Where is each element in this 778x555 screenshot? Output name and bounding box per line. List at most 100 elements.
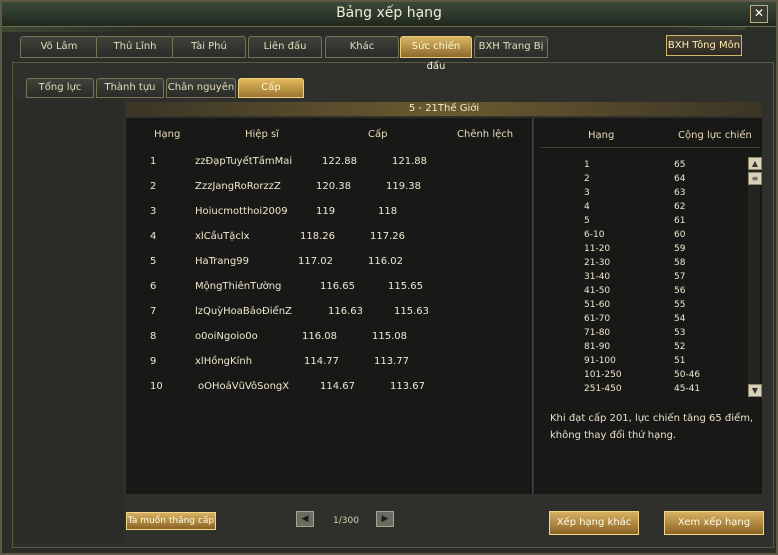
table-row[interactable]: 9 xlHồngKính 114.77 113.77 — [126, 356, 532, 370]
reward-rank: 2 — [584, 174, 590, 184]
tab-vo-lam[interactable]: Võ Lâm — [20, 36, 98, 58]
value-cell: 114.77 — [304, 356, 339, 367]
subtab-thanh-tuu[interactable]: Thành tựu — [96, 78, 164, 98]
reward-power: 55 — [674, 300, 686, 310]
reward-power: 57 — [674, 272, 686, 282]
reward-row: 41-50 56 — [582, 286, 722, 298]
reward-power: 53 — [674, 328, 686, 338]
tab-bxh-trang-bi[interactable]: BXH Trang Bị — [474, 36, 548, 58]
window-title: Bảng xếp hạng — [336, 5, 442, 21]
value-cell: 113.67 — [390, 381, 425, 392]
table-row[interactable]: 1 zzĐạpTuyếtTầmMai 122.88 121.88 — [126, 156, 532, 170]
reward-rank: 251-450 — [584, 384, 622, 394]
reward-rank: 31-40 — [584, 272, 611, 282]
guild-ranking-button[interactable]: BXH Tông Môn — [666, 35, 742, 56]
tab-thu-linh[interactable]: Thủ Lĩnh — [96, 36, 174, 58]
name-cell: lzQuỳHoaBảoĐiểnZ — [195, 306, 292, 317]
value-cell: 119.38 — [386, 181, 421, 192]
value-cell: 117.26 — [370, 231, 405, 242]
scroll-up-icon[interactable]: ▲ — [748, 157, 762, 170]
page-indicator: 1/300 — [333, 516, 359, 526]
name-cell: oOHoảVũVôSongX — [198, 381, 290, 392]
reward-row: 6-10 60 — [582, 230, 722, 242]
value-cell: 115.65 — [388, 281, 423, 292]
header-level: Cấp — [368, 129, 388, 140]
reward-row: 4 62 — [582, 202, 722, 214]
reward-row: 81-90 52 — [582, 342, 722, 354]
rank-cell: 5 — [150, 256, 157, 267]
value-cell: 117.02 — [298, 256, 333, 267]
reward-power: 60 — [674, 230, 686, 240]
value-cell: 118 — [378, 206, 398, 217]
other-ranking-button[interactable]: Xếp hạng khác — [549, 511, 639, 535]
value-cell: 121.88 — [392, 156, 427, 167]
reward-row: 3 63 — [582, 188, 722, 200]
tab-suc-chien-dau[interactable]: Sức chiến đấu — [400, 36, 472, 72]
reward-power: 59 — [674, 244, 686, 254]
reward-power: 50-46 — [674, 370, 701, 380]
reward-rank: 4 — [584, 202, 590, 212]
table-row[interactable]: 8 o0oiNgoio0o 116.08 115.08 — [126, 331, 532, 345]
table-row[interactable]: 3 Hoiucmotthoi2009 119 118 — [126, 206, 532, 220]
level-up-button[interactable]: Ta muốn thăng cấp — [126, 512, 216, 530]
rank-cell: 7 — [150, 306, 157, 317]
rank-cell: 3 — [150, 206, 157, 217]
header-rank: Hạng — [154, 129, 181, 140]
tab-khac[interactable]: Khác — [325, 36, 399, 58]
value-cell: 116.02 — [368, 256, 403, 267]
reward-row: 1 65 — [582, 160, 722, 172]
reward-row: 5 61 — [582, 216, 722, 228]
value-cell: 119 — [316, 206, 336, 217]
reward-rank: 21-30 — [584, 258, 611, 268]
title-bar: Bảng xếp hạng ✕ — [2, 2, 776, 27]
value-cell: 115.08 — [372, 331, 407, 342]
value-cell: 116.63 — [328, 306, 363, 317]
scroll-down-icon[interactable]: ▼ — [748, 384, 762, 397]
reward-power: 65 — [674, 160, 686, 170]
value-cell: 120.38 — [316, 181, 351, 192]
name-cell: HaTrang99 — [195, 256, 249, 267]
tab-lien-dau[interactable]: Liên đấu — [248, 36, 322, 58]
tab-tai-phu[interactable]: Tài Phú — [172, 36, 246, 58]
table-row[interactable]: 2 ZzzJangRoRorzzZ 120.38 119.38 — [126, 181, 532, 195]
reward-rank: 3 — [584, 188, 590, 198]
table-row[interactable]: 6 MộngThiênTường 116.65 115.65 — [126, 281, 532, 295]
reward-row: 21-30 58 — [582, 258, 722, 270]
reward-power: 63 — [674, 188, 686, 198]
rank-cell: 6 — [150, 281, 157, 292]
value-cell: 116.08 — [302, 331, 337, 342]
reward-rank: 11-20 — [584, 244, 611, 254]
ranking-window: Bảng xếp hạng ✕ Võ Lâm Thủ Lĩnh Tài Phú … — [0, 0, 778, 555]
reward-rank: 5 — [584, 216, 590, 226]
reward-row: 11-20 59 — [582, 244, 722, 256]
subtab-tong-luc[interactable]: Tổng lực — [26, 78, 94, 98]
group-header: 5 - 21Thế Giới — [126, 102, 762, 116]
name-cell: Hoiucmotthoi2009 — [195, 206, 288, 217]
reward-scrollbar[interactable] — [748, 157, 760, 397]
rank-cell: 10 — [150, 381, 163, 392]
subtab-cap[interactable]: Cấp — [238, 78, 304, 98]
table-row[interactable]: 10 oOHoảVũVôSongX 114.67 113.67 — [126, 381, 532, 395]
value-cell: 113.77 — [374, 356, 409, 367]
reward-divider — [540, 147, 760, 148]
reward-row: 2 64 — [582, 174, 722, 186]
view-ranking-button[interactable]: Xem xếp hạng — [664, 511, 764, 535]
next-page-icon[interactable]: ▶ — [376, 511, 394, 527]
rank-cell: 2 — [150, 181, 157, 192]
reward-power: 62 — [674, 202, 686, 212]
name-cell: xlHồngKính — [195, 356, 253, 367]
name-cell: MộngThiênTường — [195, 281, 282, 292]
table-row[interactable]: 7 lzQuỳHoaBảoĐiểnZ 116.63 115.63 — [126, 306, 532, 320]
table-row[interactable]: 4 xlCầuTặclx 118.26 117.26 — [126, 231, 532, 245]
name-cell: xlCầuTặclx — [195, 231, 250, 242]
reward-row: 51-60 55 — [582, 300, 722, 312]
reward-power: 58 — [674, 258, 686, 268]
subtab-chan-nguyen[interactable]: Chân nguyên — [166, 78, 236, 98]
reward-rank: 51-60 — [584, 300, 611, 310]
reward-rank: 101-250 — [584, 370, 622, 380]
scroll-thumb-icon[interactable]: ≡ — [748, 172, 762, 185]
prev-page-icon[interactable]: ◀ — [296, 511, 314, 527]
reward-rank: 71-80 — [584, 328, 611, 338]
table-row[interactable]: 5 HaTrang99 117.02 116.02 — [126, 256, 532, 270]
close-icon[interactable]: ✕ — [750, 5, 768, 23]
